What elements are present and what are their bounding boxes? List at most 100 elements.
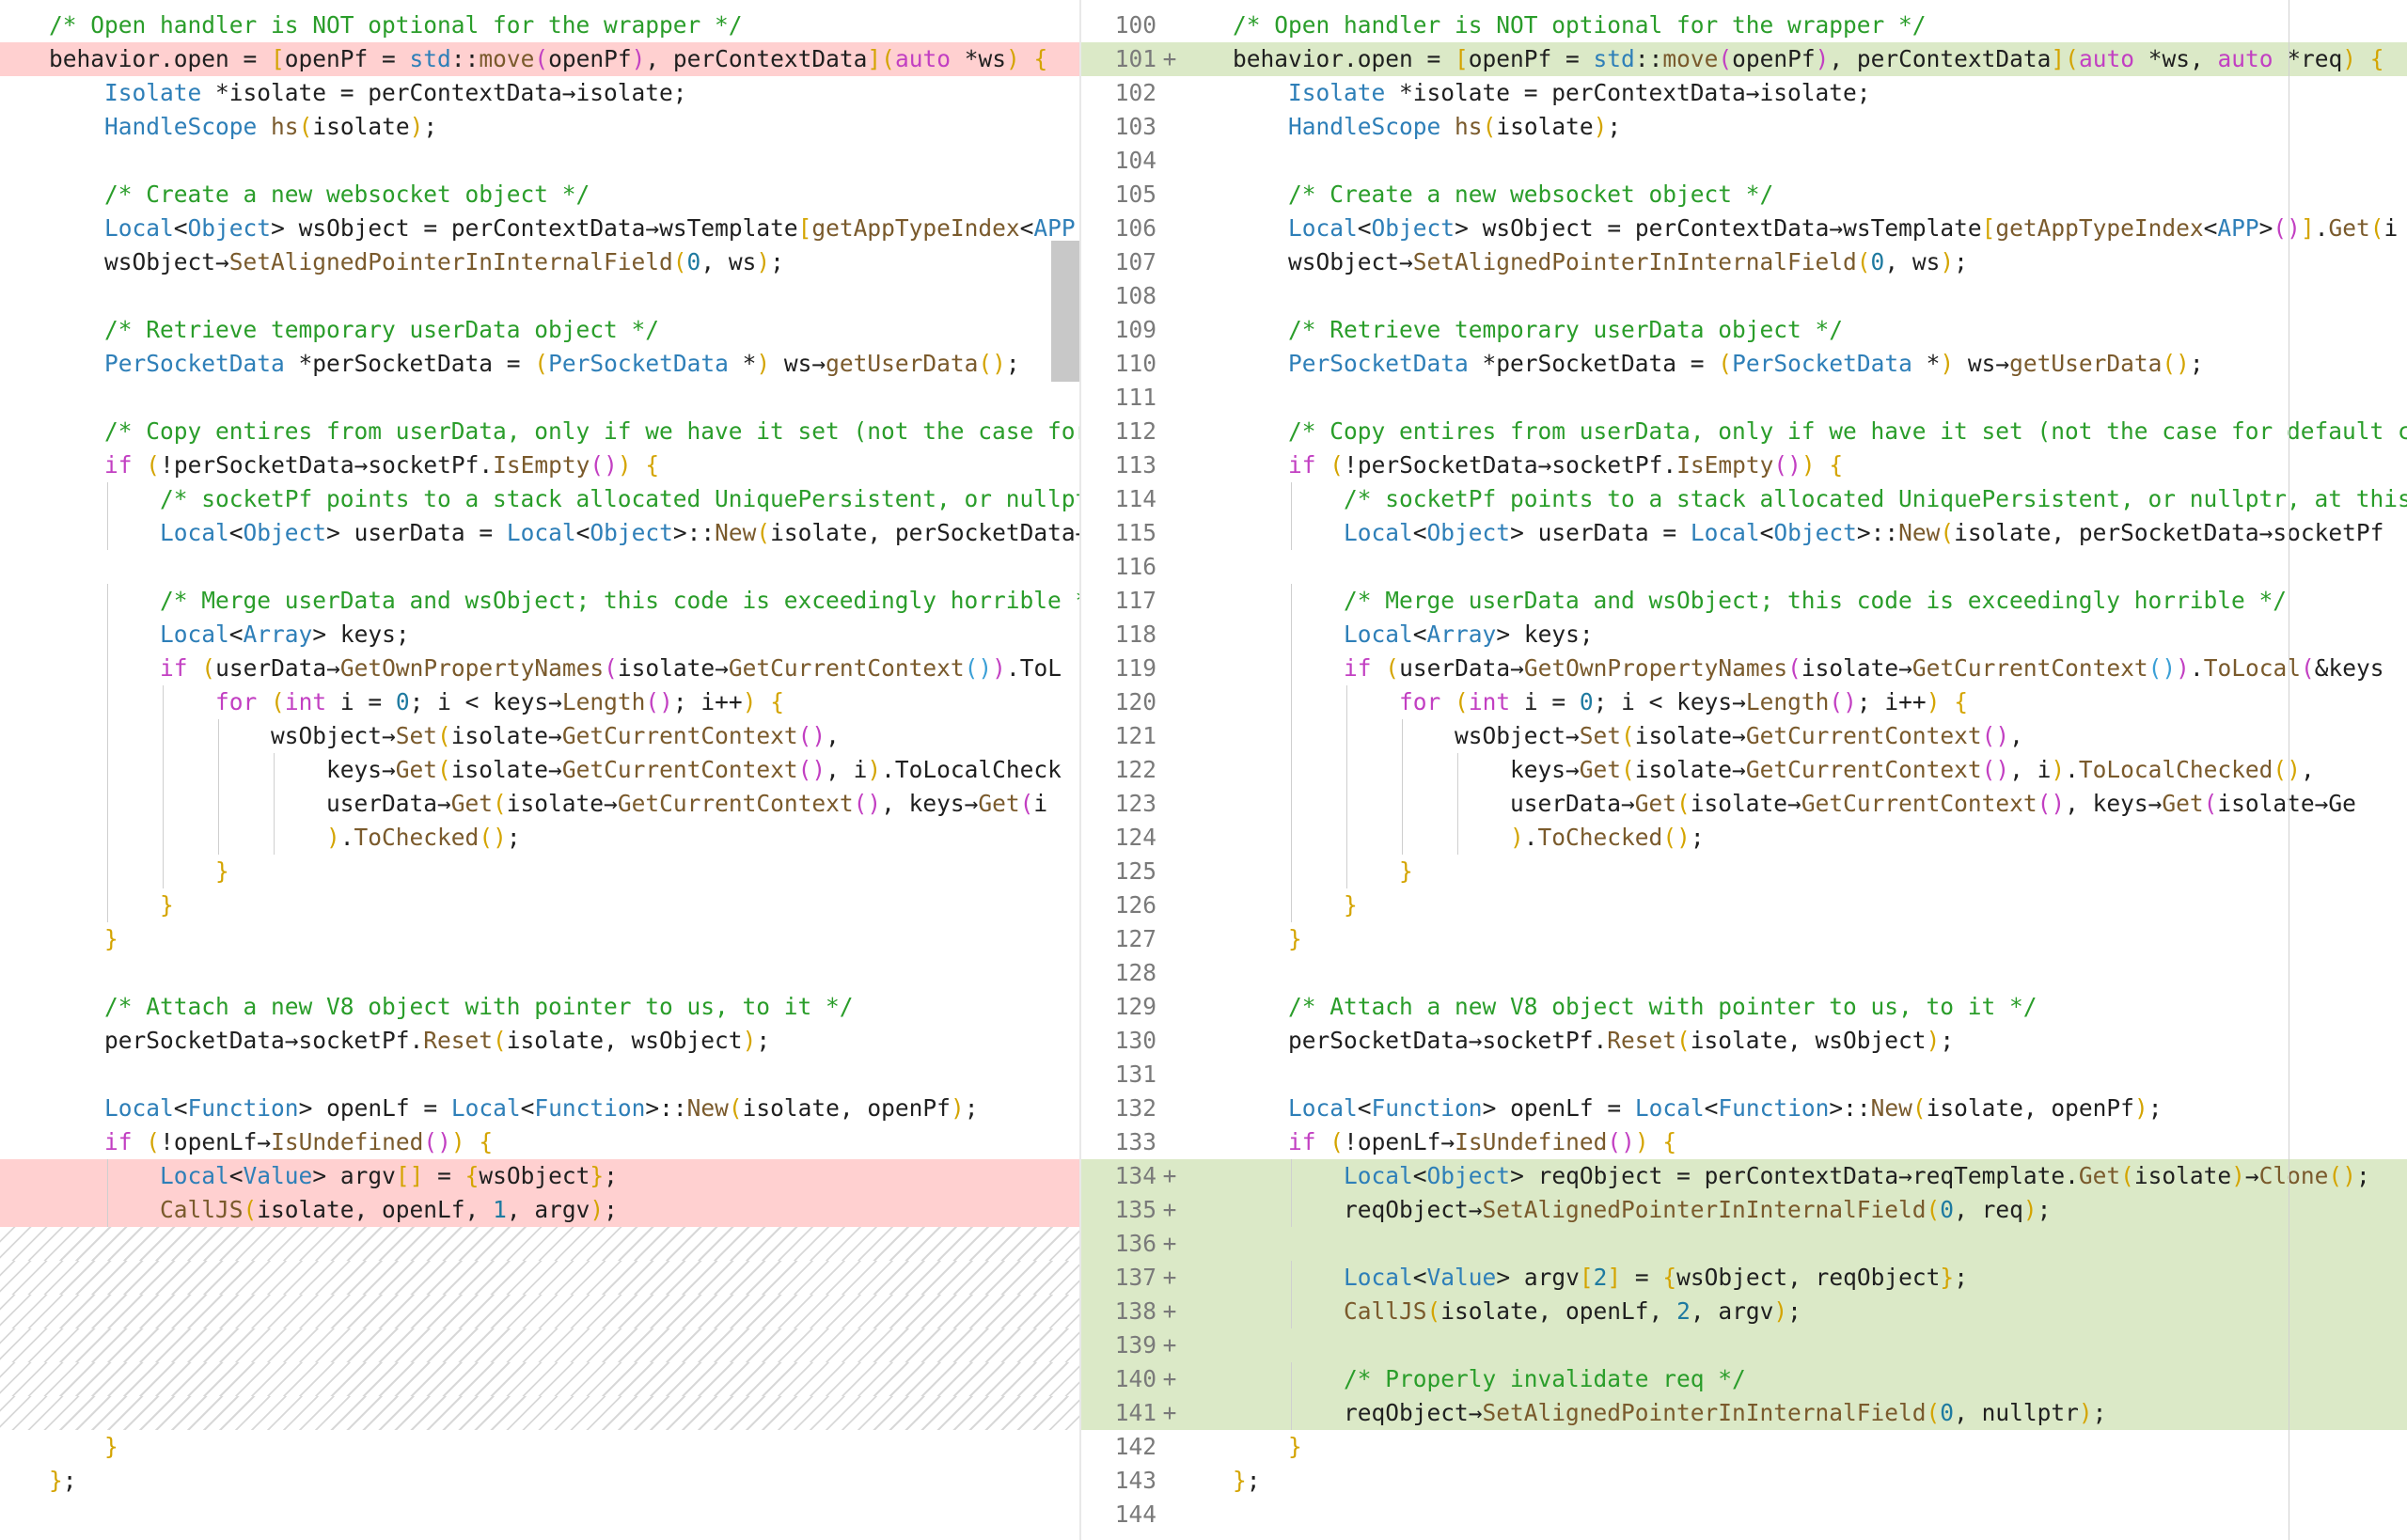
code-line[interactable] bbox=[0, 279, 1079, 313]
code-line[interactable] bbox=[0, 381, 1079, 415]
code-line[interactable]: 125 } bbox=[1081, 855, 2407, 888]
code-line[interactable]: 122 keys→Get(isolate→GetCurrentContext()… bbox=[1081, 753, 2407, 787]
code-line[interactable]: 115 Local<Object> userData = Local<Objec… bbox=[1081, 516, 2407, 550]
code-line[interactable]: 107 wsObject→SetAlignedPointerInInternal… bbox=[1081, 245, 2407, 279]
code-line[interactable]: 118 Local<Array> keys; bbox=[1081, 618, 2407, 652]
code-line[interactable]: /* Open handler is NOT optional for the … bbox=[0, 8, 1079, 42]
code-line[interactable]: } bbox=[0, 1430, 1079, 1464]
deleted-line[interactable]: behavior.open = [openPf = std::move(open… bbox=[0, 42, 1079, 76]
code-line[interactable]: if (!openLf→IsUndefined()) { bbox=[0, 1125, 1079, 1159]
code-text: if (!openLf→IsUndefined()) { bbox=[104, 1128, 494, 1155]
code-line[interactable] bbox=[0, 956, 1079, 990]
code-line[interactable]: 114 /* socketPf points to a stack alloca… bbox=[1081, 482, 2407, 516]
code-line[interactable]: perSocketData→socketPf.Reset(isolate, ws… bbox=[0, 1024, 1079, 1058]
diff-filler-line[interactable] bbox=[0, 1227, 1079, 1261]
code-line[interactable]: PerSocketData *perSocketData = (PerSocke… bbox=[0, 347, 1079, 381]
code-line[interactable]: 106 Local<Object> wsObject = perContextD… bbox=[1081, 212, 2407, 245]
added-line[interactable]: 101 + behavior.open = [openPf = std::move(… bbox=[1081, 42, 2407, 76]
indent-guide bbox=[1290, 821, 1292, 855]
code-line[interactable]: 113 if (!perSocketData→socketPf.IsEmpty(… bbox=[1081, 448, 2407, 482]
code-line[interactable]: 112 /* Copy entires from userData, only … bbox=[1081, 415, 2407, 448]
code-line[interactable]: 126 } bbox=[1081, 888, 2407, 922]
code-line[interactable]: 108 bbox=[1081, 279, 2407, 313]
added-line[interactable]: 141 + reqObject→SetAlignedPointerInIntern… bbox=[1081, 1396, 2407, 1430]
indent-guide bbox=[1345, 855, 1347, 888]
diff-filler-line[interactable] bbox=[0, 1396, 1079, 1430]
code-line[interactable]: 120 for (int i = 0; i < keys→Length(); i… bbox=[1081, 685, 2407, 719]
right-pane-modified[interactable]: 99 100 /* Open handler is NOT optional for… bbox=[1081, 0, 2407, 1540]
code-line[interactable] bbox=[0, 550, 1079, 584]
code-line[interactable]: 127 } bbox=[1081, 922, 2407, 956]
code-line[interactable]: 124 ).ToChecked(); bbox=[1081, 821, 2407, 855]
code-line[interactable]: wsObject→SetAlignedPointerInInternalFiel… bbox=[0, 245, 1079, 279]
code-line[interactable]: 121 wsObject→Set(isolate→GetCurrentConte… bbox=[1081, 719, 2407, 753]
code-line[interactable]: /* Copy entires from userData, only if w… bbox=[0, 415, 1079, 448]
code-line[interactable]: 128 bbox=[1081, 956, 2407, 990]
code-line[interactable]: 131 bbox=[1081, 1058, 2407, 1092]
code-line[interactable]: 129 /* Attach a new V8 object with point… bbox=[1081, 990, 2407, 1024]
code-line[interactable]: 111 bbox=[1081, 381, 2407, 415]
deleted-line[interactable]: Local<Value> argv[] = {wsObject}; bbox=[0, 1159, 1079, 1193]
code-line[interactable]: keys→Get(isolate→GetCurrentContext(), i)… bbox=[0, 753, 1079, 787]
code-line[interactable]: /* Attach a new V8 object with pointer t… bbox=[0, 990, 1079, 1024]
diff-filler-line[interactable] bbox=[0, 1362, 1079, 1396]
added-line[interactable]: 140 + /* Properly invalidate req */ bbox=[1081, 1362, 2407, 1396]
diff-filler-line[interactable] bbox=[0, 1295, 1079, 1328]
code-text: for (int i = 0; i < keys→Length(); i++) … bbox=[215, 688, 784, 715]
code-line[interactable]: Isolate *isolate = perContextData→isolat… bbox=[0, 76, 1079, 110]
code-line[interactable]: 130 perSocketData→socketPf.Reset(isolate… bbox=[1081, 1024, 2407, 1058]
code-line[interactable]: 109 /* Retrieve temporary userData objec… bbox=[1081, 313, 2407, 347]
added-line[interactable]: 135 + reqObject→SetAlignedPointerInIntern… bbox=[1081, 1193, 2407, 1227]
code-line[interactable]: 105 /* Create a new websocket object */ bbox=[1081, 178, 2407, 212]
left-pane-original[interactable]: /* Open handler is NOT optional for the … bbox=[0, 0, 1079, 1540]
code-line[interactable]: /* Create a new websocket object */ bbox=[0, 178, 1079, 212]
code-line[interactable]: /* Retrieve temporary userData object */ bbox=[0, 313, 1079, 347]
code-line[interactable]: } bbox=[0, 888, 1079, 922]
code-line[interactable]: } bbox=[0, 922, 1079, 956]
diff-filler-line[interactable] bbox=[0, 1328, 1079, 1362]
code-line[interactable]: ).ToChecked(); bbox=[0, 821, 1079, 855]
code-line[interactable]: Local<Function> openLf = Local<Function>… bbox=[0, 1092, 1079, 1125]
code-line[interactable]: Local<Object> userData = Local<Object>::… bbox=[0, 516, 1079, 550]
code-line[interactable]: Local<Array> keys; bbox=[0, 618, 1079, 652]
code-line[interactable]: Local<Object> wsObject = perContextData→… bbox=[0, 212, 1079, 245]
code-line[interactable]: 119 if (userData→GetOwnPropertyNames(iso… bbox=[1081, 652, 2407, 685]
code-line[interactable]: userData→Get(isolate→GetCurrentContext()… bbox=[0, 787, 1079, 821]
code-line[interactable] bbox=[0, 144, 1079, 178]
code-line[interactable]: /* Merge userData and wsObject; this cod… bbox=[0, 584, 1079, 618]
code-line[interactable]: HandleScope hs(isolate); bbox=[0, 110, 1079, 144]
code-line[interactable]: 143}; bbox=[1081, 1464, 2407, 1498]
line-number: 133 bbox=[1114, 1128, 1156, 1155]
code-line[interactable]: /* socketPf points to a stack allocated … bbox=[0, 482, 1079, 516]
code-line[interactable]: } bbox=[0, 855, 1079, 888]
code-line[interactable]: 110 PerSocketData *perSocketData = (PerS… bbox=[1081, 347, 2407, 381]
added-line[interactable]: 137 + Local<Value> argv[2] = {wsObject, r… bbox=[1081, 1261, 2407, 1295]
code-line[interactable]: 132 Local<Function> openLf = Local<Funct… bbox=[1081, 1092, 2407, 1125]
left-scrollbar-thumb[interactable] bbox=[1051, 241, 1079, 382]
added-line[interactable]: 138 + CallJS(isolate, openLf, 2, argv); bbox=[1081, 1295, 2407, 1328]
code-line[interactable]: 99 bbox=[1081, 0, 2407, 8]
code-line[interactable]: if (userData→GetOwnPropertyNames(isolate… bbox=[0, 652, 1079, 685]
added-line[interactable]: 136 + bbox=[1081, 1227, 2407, 1261]
code-line[interactable]: 100 /* Open handler is NOT optional for t… bbox=[1081, 8, 2407, 42]
code-line[interactable]: 123 userData→Get(isolate→GetCurrentConte… bbox=[1081, 787, 2407, 821]
added-line[interactable]: 134 + Local<Object> reqObject = perContex… bbox=[1081, 1159, 2407, 1193]
code-line[interactable]: }; bbox=[0, 1464, 1079, 1498]
code-line[interactable]: 116 bbox=[1081, 550, 2407, 584]
added-line[interactable]: 139 + bbox=[1081, 1328, 2407, 1362]
code-line[interactable]: 133 if (!openLf→IsUndefined()) { bbox=[1081, 1125, 2407, 1159]
indent-guide bbox=[217, 719, 219, 753]
diff-filler-line[interactable] bbox=[0, 1261, 1079, 1295]
code-line[interactable]: 103 HandleScope hs(isolate); bbox=[1081, 110, 2407, 144]
code-line[interactable]: 142 } bbox=[1081, 1430, 2407, 1464]
deleted-line[interactable]: CallJS(isolate, openLf, 1, argv); bbox=[0, 1193, 1079, 1227]
added-marker-icon: + bbox=[1162, 1162, 1177, 1189]
code-line[interactable]: 102 Isolate *isolate = perContextData→is… bbox=[1081, 76, 2407, 110]
code-line[interactable]: for (int i = 0; i < keys→Length(); i++) … bbox=[0, 685, 1079, 719]
code-line[interactable] bbox=[0, 1058, 1079, 1092]
code-line[interactable]: if (!perSocketData→socketPf.IsEmpty()) { bbox=[0, 448, 1079, 482]
code-line[interactable]: 104 bbox=[1081, 144, 2407, 178]
code-line[interactable]: 117 /* Merge userData and wsObject; this… bbox=[1081, 584, 2407, 618]
code-line[interactable]: wsObject→Set(isolate→GetCurrentContext()… bbox=[0, 719, 1079, 753]
code-line[interactable]: 144 bbox=[1081, 1498, 2407, 1532]
